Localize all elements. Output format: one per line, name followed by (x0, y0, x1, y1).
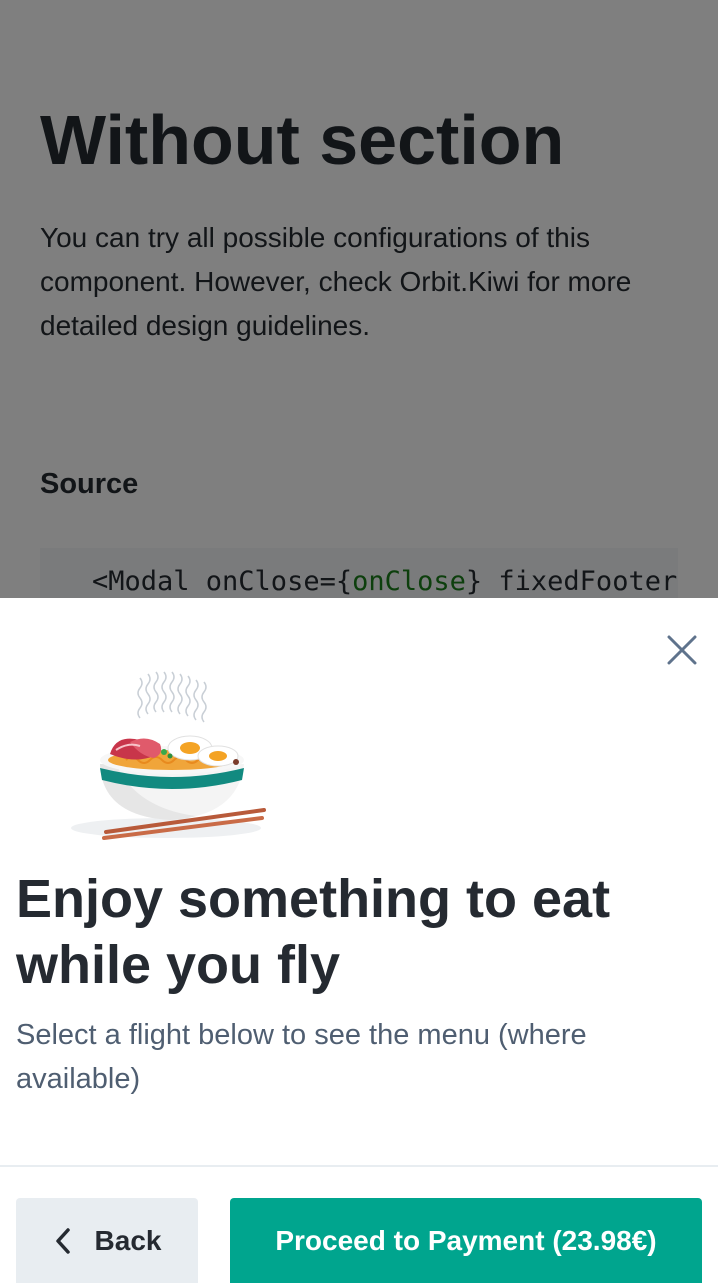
close-button[interactable] (660, 628, 704, 672)
chevron-left-icon (55, 1227, 70, 1254)
proceed-button-label: Proceed to Payment (23.98€) (275, 1224, 657, 1256)
back-button[interactable]: Back (16, 1198, 198, 1283)
back-button-label: Back (94, 1224, 162, 1256)
modal-description: Select a flight below to see the menu (w… (16, 1019, 587, 1095)
noodle-bowl-illustration (71, 671, 266, 840)
modal-title: Enjoy something to eat while you fly (16, 869, 611, 995)
footer-divider (0, 1165, 718, 1167)
close-icon (667, 635, 697, 665)
proceed-to-payment-button[interactable]: Proceed to Payment (23.98€) (230, 1198, 702, 1283)
